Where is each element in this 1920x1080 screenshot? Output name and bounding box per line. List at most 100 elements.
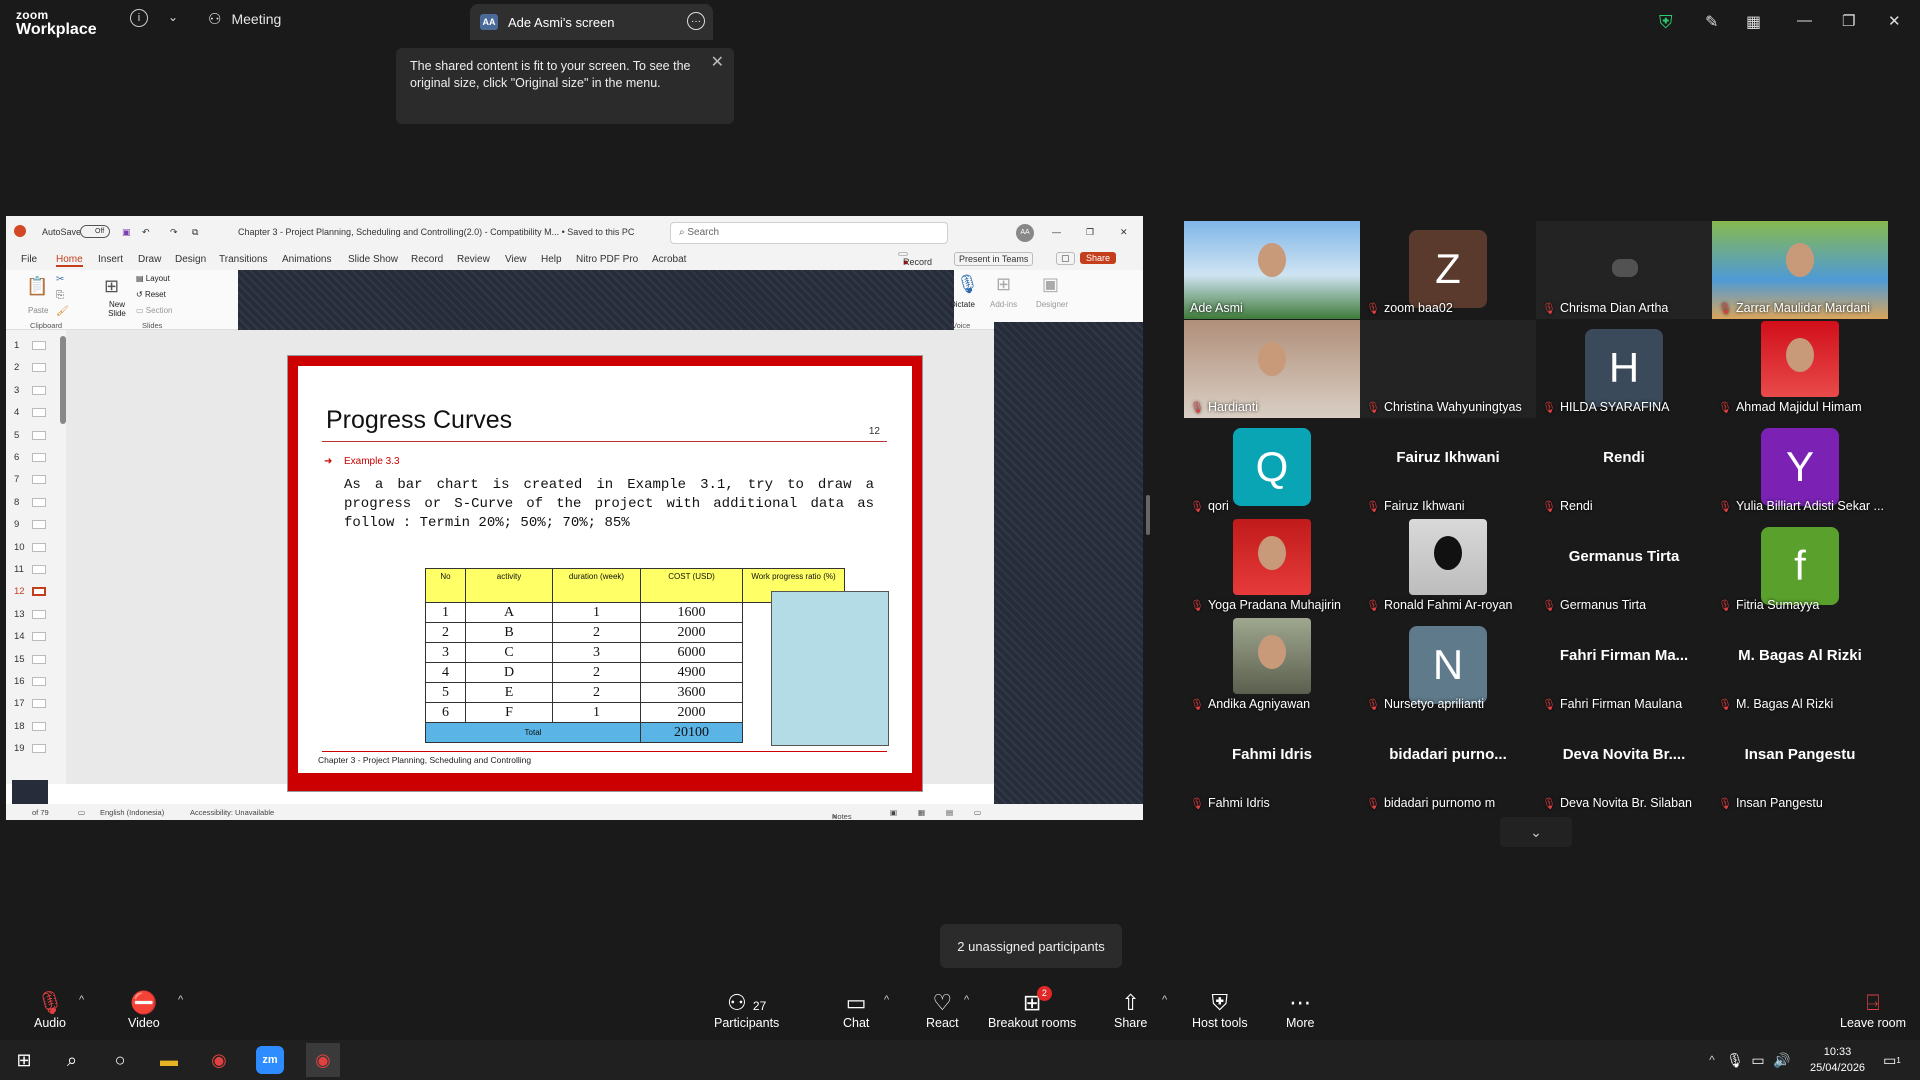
undo-icon[interactable]: ↶ [142,227,150,238]
tab-slide-show[interactable]: Slide Show [348,254,398,265]
tab-insert[interactable]: Insert [98,254,123,265]
microphone-icon[interactable]: 🎙 [956,274,979,295]
shared-screen[interactable]: AutoSave Off ▣ ↶ ↷ ⧉ Chapter 3 - Project… [6,216,1143,820]
pencil-icon[interactable]: ✎ [1705,12,1718,32]
info-icon[interactable]: i [130,9,148,27]
thumbnail-number[interactable]: 4 [14,407,19,418]
participant-tile[interactable]: 🎙 Ahmad Majidul Himam [1712,320,1888,418]
minimize-icon[interactable]: — [1797,12,1812,29]
share-button[interactable]: ⇧ Share [1114,990,1147,1030]
copy-icon[interactable]: ⎘ [56,290,64,301]
slide-thumbnail[interactable] [32,363,46,373]
participant-tile[interactable]: 🎙 Ronald Fahmi Ar-royan [1360,518,1536,616]
audio-button[interactable]: 🎙 Audio [34,990,66,1030]
layout-button[interactable]: ▤ Layout [136,274,170,283]
participant-tile[interactable]: H 🎙 HILDA SYARAFINA [1536,320,1712,418]
chevron-up-icon[interactable]: ^ [1162,994,1167,1006]
tab-file[interactable]: File [21,254,37,265]
thumbnail-number[interactable]: 1 [14,340,19,351]
participant-tile[interactable]: M. Bagas Al Rizki 🎙 M. Bagas Al Rizki [1712,617,1888,715]
slide-thumbnail[interactable] [32,721,46,731]
chevron-up-icon[interactable]: ^ [79,994,84,1006]
slide-thumbnail[interactable] [32,542,46,552]
accessibility-status[interactable]: Accessibility: Unavailable [190,808,274,817]
designer-icon[interactable]: ▣ [1042,274,1059,295]
microphone-icon[interactable]: 🎙 [1723,1048,1747,1072]
slide-thumbnail[interactable] [32,609,46,619]
tab-help[interactable]: Help [541,254,562,265]
tab-transitions[interactable]: Transitions [219,254,268,265]
slide-thumbnail[interactable] [32,475,46,485]
thumbnail-number[interactable]: 16 [14,676,25,687]
tab-view[interactable]: View [505,254,527,265]
chevron-down-icon[interactable]: ⌄ [1500,817,1572,847]
participant-tile[interactable]: Y 🎙 Yulia Billiart Adisti Sekar ... [1712,419,1888,517]
slide-thumbnail[interactable] [32,654,46,664]
thumbnail-number[interactable]: 11 [14,564,24,575]
slide-thumbnail[interactable] [32,744,46,754]
participant-tile[interactable]: bidadari purno... 🎙 bidadari purnomo m [1360,716,1536,814]
redo-icon[interactable]: ↷ [170,227,178,238]
windows-start-icon[interactable]: ⊞ [12,1048,36,1072]
participant-tile[interactable]: Q 🎙 qori [1184,419,1360,517]
slide-thumbnail[interactable] [32,677,46,686]
thumbnail-number[interactable]: 14 [14,631,25,642]
slide-thumbnail[interactable] [32,699,46,709]
thumbnail-number[interactable]: 9 [14,519,19,530]
notes-check-icon[interactable]: ▭ [78,808,85,817]
tab-record[interactable]: Record [411,254,443,265]
participant-tile[interactable]: Fahmi Idris 🎙 Fahmi Idris [1184,716,1360,814]
thumbnail-number[interactable]: 3 [14,385,19,396]
tab-home[interactable]: Home [56,254,83,267]
thumbnail-number[interactable]: 19 [14,743,25,754]
participant-tile[interactable]: 🎙 Yoga Pradana Muhajirin [1184,518,1360,616]
chrome-icon[interactable]: ◉ [306,1043,340,1077]
search-input[interactable]: ⌕ Search [670,222,948,244]
clock[interactable]: 10:33 25/04/2026 [1810,1044,1865,1076]
volume-icon[interactable]: 🔊 [1770,1048,1794,1072]
new-slide-icon[interactable]: ⊞ [104,276,119,297]
avatar[interactable]: AA [1016,224,1034,242]
minimize-icon[interactable]: — [1052,227,1061,237]
paste-icon[interactable]: 📋 [26,276,48,297]
format-painter-icon[interactable]: 🖌 [56,306,69,317]
thumbnail-number[interactable]: 18 [14,721,25,732]
participant-tile[interactable]: N 🎙 Nursetyo aprilianti [1360,617,1536,715]
thumbnail-number[interactable]: 17 [14,698,25,709]
thumbnail-number[interactable]: 2 [14,362,19,373]
participant-tile[interactable]: Deva Novita Br.... 🎙 Deva Novita Br. Silab… [1536,716,1712,814]
video-button[interactable]: ⛔ Video [128,990,160,1030]
participant-tile[interactable]: Rendi 🎙 Rendi [1536,419,1712,517]
thumbnail-number[interactable]: 7 [14,474,19,485]
slide[interactable]: Progress Curves 12 ➜ Example 3.3 As a ba… [287,355,923,792]
more-button[interactable]: ⋯ More [1286,990,1314,1030]
autosave-toggle[interactable]: Off [80,225,110,238]
slide-sorter-icon[interactable]: ▦ [918,808,925,817]
slide-thumbnail[interactable] [32,565,46,574]
participant-tile[interactable]: 🎙 Hardianti [1184,320,1360,418]
restore-icon[interactable]: ❐ [1086,227,1094,238]
participant-tile[interactable]: Fahri Firman Ma... 🎙 Fahri Firman Maulana [1536,617,1712,715]
present-in-teams-button[interactable]: Present in Teams [954,252,1034,266]
notification-icon[interactable]: ▭ 1 [1880,1048,1904,1072]
slideshow-icon[interactable]: ▭ [974,808,981,817]
participant-tile[interactable]: Fairuz Ikhwani 🎙 Fairuz Ikhwani [1360,419,1536,517]
host-tools-button[interactable]: ⛨ Host tools [1192,990,1248,1030]
restore-icon[interactable]: ❐ [1842,12,1855,30]
thumbnail-number[interactable]: 10 [14,542,25,553]
tab-nitro[interactable]: Nitro PDF Pro [576,254,638,265]
slide-thumbnails[interactable]: 1 2 3 4 5 6 7 8 9 10 11 12 13 14 15 16 17 18 19 [6,330,66,784]
reading-view-icon[interactable]: ▤ [946,808,953,817]
chevron-up-icon[interactable]: ^ [1700,1048,1724,1072]
comment-icon[interactable]: ▢ [1056,252,1075,265]
thumbnail-number[interactable]: 6 [14,452,19,463]
add-ins-icon[interactable]: ⊞ [996,274,1011,295]
thumbnail-number[interactable]: 5 [14,430,19,441]
network-icon[interactable]: ▭ [1746,1048,1770,1072]
file-explorer-icon[interactable]: ▬ [157,1048,181,1072]
record-button[interactable]: ● Record [898,252,932,267]
tab-animations[interactable]: Animations [282,254,331,265]
participant-tile[interactable]: Insan Pangestu 🎙 Insan Pangestu [1712,716,1888,814]
cut-icon[interactable]: ✂ [56,274,64,285]
chat-button[interactable]: ▭ Chat [843,990,869,1030]
